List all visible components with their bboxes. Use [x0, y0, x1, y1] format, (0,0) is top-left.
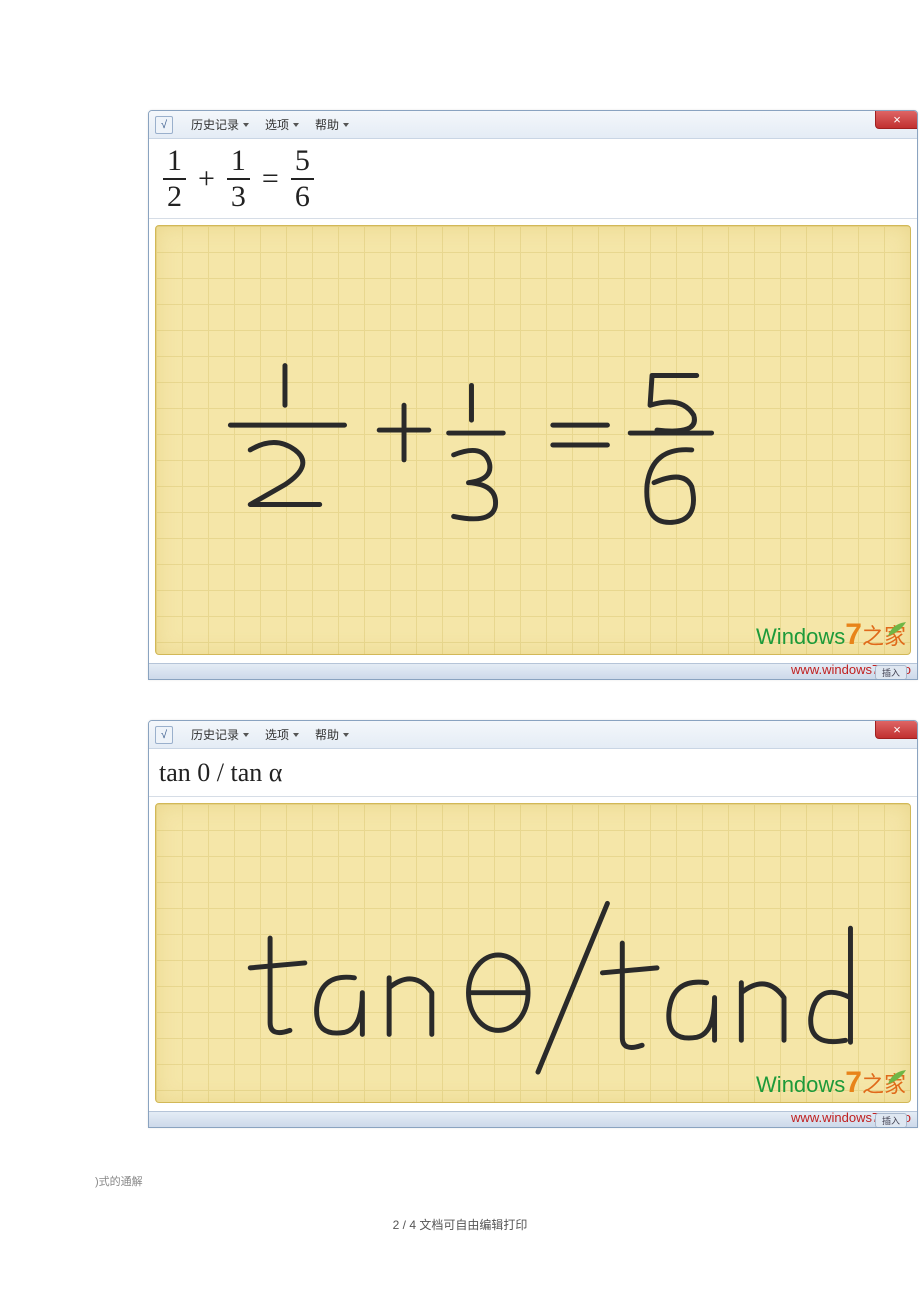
numerator: 5: [291, 146, 314, 180]
status-pill: 插入: [875, 1113, 907, 1128]
plus-operator: +: [198, 162, 215, 196]
chevron-down-icon: [293, 123, 299, 127]
fraction-3: 5 6: [291, 146, 314, 212]
denominator: 3: [227, 180, 250, 212]
menu-history[interactable]: 历史记录: [183, 721, 257, 748]
orphan-text: )式的通解: [95, 1173, 143, 1189]
recognized-output: 1 2 + 1 3 = 5 6: [149, 139, 917, 219]
chevron-down-icon: [343, 733, 349, 737]
menu-history[interactable]: 历史记录: [183, 111, 257, 138]
app-icon: √: [155, 726, 173, 744]
equals-operator: =: [262, 162, 279, 196]
handwriting-ink: [156, 226, 910, 654]
chevron-down-icon: [243, 733, 249, 737]
chevron-down-icon: [243, 123, 249, 127]
app-icon: √: [155, 116, 173, 134]
handwriting-ink: [156, 804, 910, 1102]
fraction-2: 1 3: [227, 146, 250, 212]
status-pill: 插入: [875, 665, 907, 680]
menu-history-label: 历史记录: [191, 726, 239, 743]
recognized-output: tan 0 / tan α: [149, 749, 917, 797]
numerator: 1: [227, 146, 250, 180]
chevron-down-icon: [343, 123, 349, 127]
menubar: √ 历史记录 选项 帮助 ×: [149, 111, 917, 139]
chevron-down-icon: [293, 733, 299, 737]
close-icon: ×: [893, 722, 901, 737]
close-button[interactable]: ×: [875, 720, 918, 739]
math-input-panel-1: √ 历史记录 选项 帮助 × 1 2 + 1: [148, 110, 918, 680]
numerator: 1: [163, 146, 186, 180]
menu-options-label: 选项: [265, 116, 289, 133]
page-footer: 2 / 4 文档可自由编辑打印: [0, 1216, 920, 1233]
menu-options[interactable]: 选项: [257, 721, 307, 748]
menu-help-label: 帮助: [315, 116, 339, 133]
menu-help[interactable]: 帮助: [307, 111, 357, 138]
status-bar: www.windows7en.co 插入: [149, 1111, 917, 1127]
menu-help-label: 帮助: [315, 726, 339, 743]
menu-options[interactable]: 选项: [257, 111, 307, 138]
status-bar: www.windows7en.co 插入: [149, 663, 917, 679]
menu-history-label: 历史记录: [191, 116, 239, 133]
ink-canvas[interactable]: Windows7之家: [155, 803, 911, 1103]
math-input-panel-2: √ 历史记录 选项 帮助 × tan 0 / tan α: [148, 720, 918, 1128]
menu-help[interactable]: 帮助: [307, 721, 357, 748]
ink-canvas[interactable]: Windows7之家: [155, 225, 911, 655]
denominator: 6: [291, 180, 314, 212]
result-text: tan 0 / tan α: [159, 758, 282, 788]
close-button[interactable]: ×: [875, 110, 918, 129]
menu-options-label: 选项: [265, 726, 289, 743]
denominator: 2: [163, 180, 186, 212]
menubar: √ 历史记录 选项 帮助 ×: [149, 721, 917, 749]
fraction-1: 1 2: [163, 146, 186, 212]
close-icon: ×: [893, 112, 901, 127]
